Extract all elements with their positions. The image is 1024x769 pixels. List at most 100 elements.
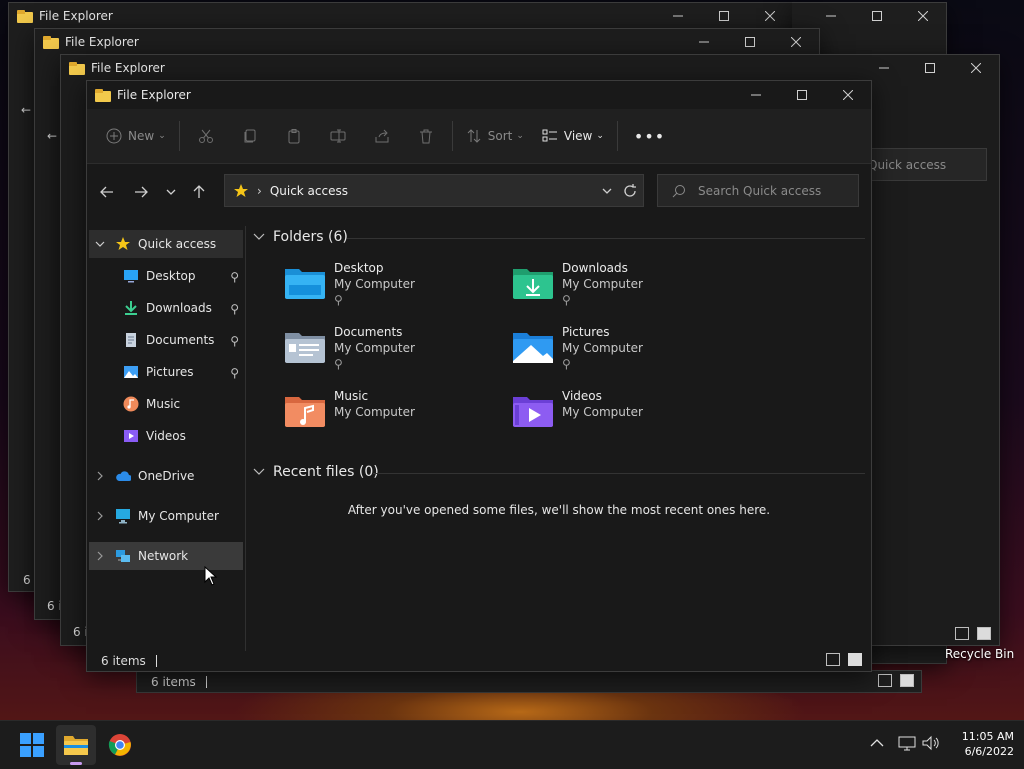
sidebar-item-onedrive[interactable]: OneDrive	[89, 462, 243, 490]
clock[interactable]: 11:05 AM 6/6/2022	[948, 729, 1014, 759]
sidebar-item-my-computer[interactable]: My Computer	[89, 502, 243, 530]
sidebar-item-desktop[interactable]: Desktop ⚲	[89, 262, 243, 290]
command-bar: New ⌄ Sort ⌄ View ⌄ •••	[87, 109, 871, 164]
details-view-button[interactable]	[955, 627, 969, 640]
forward-button[interactable]	[127, 178, 155, 206]
folders-section-header[interactable]: Folders (6)	[253, 229, 348, 245]
volume-button[interactable]	[922, 735, 940, 754]
minimize-button[interactable]	[733, 81, 779, 109]
music-icon	[123, 396, 139, 412]
picture-icon	[124, 366, 138, 378]
status-divider	[205, 675, 207, 688]
chevron-down-icon	[166, 189, 176, 195]
sort-button[interactable]: Sort ⌄	[457, 120, 533, 152]
rename-button[interactable]	[316, 120, 360, 152]
folder-location: My Computer	[562, 405, 643, 419]
view-button[interactable]: View ⌄	[533, 120, 613, 152]
sidebar-item-label: Documents	[146, 333, 215, 347]
maximize-button[interactable]	[779, 81, 825, 109]
taskbar-file-explorer[interactable]	[56, 725, 96, 765]
search-box[interactable]: Search Quick access	[657, 174, 859, 207]
folder-location: My Computer	[334, 341, 415, 355]
pin-icon[interactable]: ⚲	[230, 302, 239, 316]
titlebar[interactable]: File Explorer	[61, 55, 999, 81]
recent-locations-button[interactable]	[157, 178, 185, 206]
tiles-view-button[interactable]	[977, 627, 991, 640]
close-button[interactable]	[953, 55, 999, 81]
back-button[interactable]	[93, 178, 121, 206]
delete-button[interactable]	[404, 120, 448, 152]
minimize-button[interactable]	[655, 3, 701, 29]
folder-tile-desktop[interactable]: Desktop My Computer ⚲	[283, 261, 503, 321]
cut-button[interactable]	[184, 120, 228, 152]
toolbar-separator	[616, 121, 618, 151]
arrow-up-icon	[193, 185, 205, 198]
section-divider	[347, 238, 865, 239]
maximize-button[interactable]	[854, 3, 900, 29]
folder-tile-downloads[interactable]: Downloads My Computer ⚲	[511, 261, 731, 321]
search-box[interactable]: Quick access	[859, 148, 987, 181]
sort-label: Sort	[487, 129, 513, 143]
sidebar-item-documents[interactable]: Documents ⚲	[89, 326, 243, 354]
tiles-view-button[interactable]	[848, 653, 862, 666]
recent-section-header[interactable]: Recent files (0)	[253, 464, 379, 480]
chevron-down-icon[interactable]	[602, 188, 612, 194]
copy-button[interactable]	[228, 120, 272, 152]
up-button[interactable]	[185, 178, 213, 206]
window-title: File Explorer	[65, 35, 139, 49]
chevron-down-icon[interactable]	[95, 239, 105, 249]
close-button[interactable]	[747, 3, 793, 29]
sidebar-item-downloads[interactable]: Downloads ⚲	[89, 294, 243, 322]
pin-icon[interactable]: ⚲	[230, 270, 239, 284]
paste-button[interactable]	[272, 120, 316, 152]
details-view-button[interactable]	[826, 653, 840, 666]
minimize-button[interactable]	[808, 3, 854, 29]
pictures-folder-icon	[513, 333, 553, 363]
more-options-button[interactable]: •••	[622, 120, 677, 152]
maximize-button[interactable]	[727, 29, 773, 55]
taskbar-chrome[interactable]	[100, 725, 140, 765]
file-explorer-icon	[69, 61, 85, 75]
folder-name: Pictures	[562, 325, 610, 339]
minimize-button[interactable]	[681, 29, 727, 55]
sidebar-item-pictures[interactable]: Pictures ⚲	[89, 358, 243, 386]
minimize-button[interactable]	[861, 55, 907, 81]
close-button[interactable]	[900, 3, 946, 29]
chevron-right-icon[interactable]	[95, 471, 105, 481]
sidebar-item-music[interactable]: Music	[89, 390, 243, 418]
share-button[interactable]	[360, 120, 404, 152]
search-placeholder: Search Quick access	[698, 183, 822, 198]
tiles-view-button[interactable]	[900, 674, 914, 687]
back-arrow-icon[interactable]: ←	[47, 129, 57, 143]
start-button[interactable]	[12, 725, 52, 765]
back-arrow-icon[interactable]: ←	[21, 103, 31, 117]
refresh-icon[interactable]	[623, 184, 637, 198]
maximize-button[interactable]	[701, 3, 747, 29]
folder-tile-music[interactable]: Music My Computer	[283, 389, 503, 449]
caption-buttons	[808, 3, 946, 29]
close-button[interactable]	[773, 29, 819, 55]
recycle-bin-label[interactable]: Recycle Bin	[945, 647, 1014, 661]
show-hidden-icons-button[interactable]	[870, 737, 884, 751]
sidebar-item-network[interactable]: Network	[89, 542, 243, 570]
address-bar[interactable]: › Quick access	[224, 174, 644, 207]
details-view-button[interactable]	[878, 674, 892, 687]
active-indicator	[70, 762, 82, 765]
close-button[interactable]	[825, 81, 871, 109]
folder-tile-documents[interactable]: Documents My Computer ⚲	[283, 325, 503, 385]
star-icon	[234, 183, 248, 197]
pin-icon[interactable]: ⚲	[230, 366, 239, 380]
new-button[interactable]: New ⌄	[97, 120, 175, 152]
pin-icon: ⚲	[562, 293, 571, 307]
chevron-down-icon	[253, 468, 265, 475]
folder-tile-videos[interactable]: Videos My Computer	[511, 389, 731, 449]
sidebar-item-quick-access[interactable]: Quick access	[89, 230, 243, 258]
network-status-button[interactable]	[898, 735, 916, 754]
pin-icon[interactable]: ⚲	[230, 334, 239, 348]
sidebar-item-videos[interactable]: Videos	[89, 422, 243, 450]
breadcrumb-location[interactable]: Quick access	[270, 184, 348, 198]
chevron-right-icon[interactable]	[95, 551, 105, 561]
maximize-button[interactable]	[907, 55, 953, 81]
folder-tile-pictures[interactable]: Pictures My Computer ⚲	[511, 325, 731, 385]
chevron-right-icon[interactable]	[95, 511, 105, 521]
